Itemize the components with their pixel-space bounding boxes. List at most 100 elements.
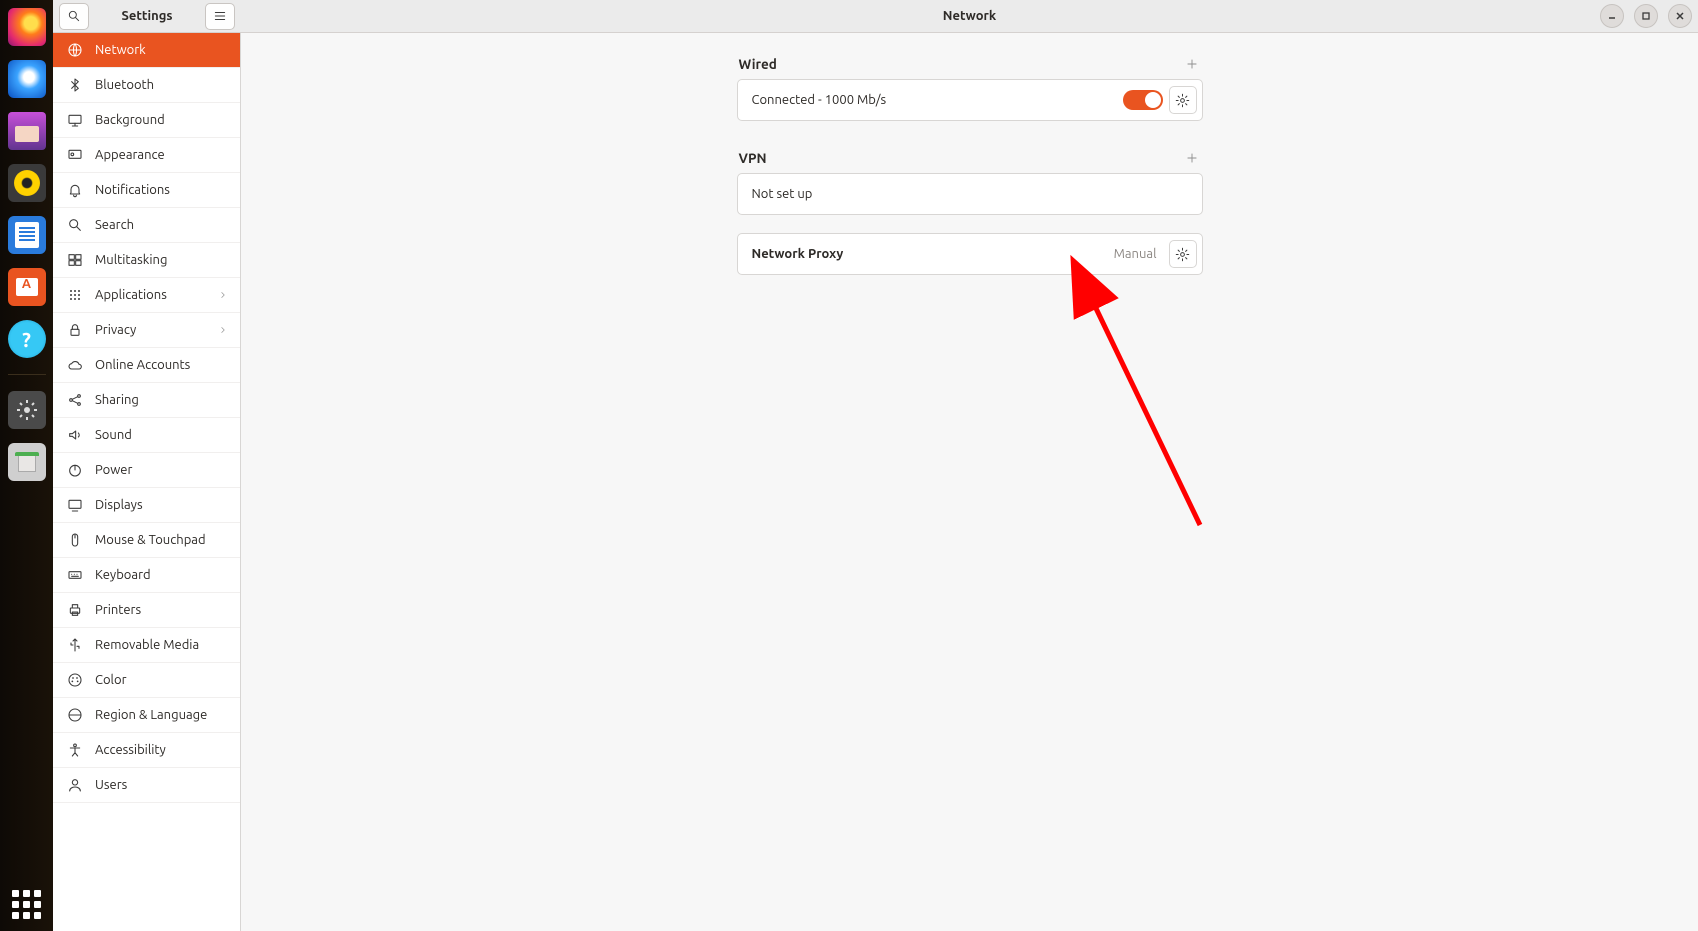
sidebar-item-appearance[interactable]: Appearance bbox=[53, 138, 240, 173]
sidebar-item-label: Keyboard bbox=[95, 568, 151, 582]
sidebar-item-label: Bluetooth bbox=[95, 78, 154, 92]
dock-app-libreoffice[interactable] bbox=[8, 216, 46, 254]
window-maximize-button[interactable] bbox=[1634, 4, 1658, 28]
dock-separator bbox=[8, 374, 46, 375]
bluetooth-icon bbox=[67, 77, 83, 93]
wired-status-label: Connected - 1000 Mb/s bbox=[752, 93, 887, 107]
network-proxy-mode: Manual bbox=[1114, 247, 1157, 261]
sidebar-item-printers[interactable]: Printers bbox=[53, 593, 240, 628]
wired-toggle[interactable] bbox=[1123, 90, 1163, 110]
sidebar[interactable]: Network Bluetooth Background Appearance Noti… bbox=[53, 33, 241, 931]
dock: ? bbox=[0, 0, 53, 931]
vpn-row: Not set up bbox=[737, 173, 1203, 215]
sidebar-item-label: Search bbox=[95, 218, 134, 232]
sidebar-item-background[interactable]: Background bbox=[53, 103, 240, 138]
dock-app-firefox[interactable] bbox=[8, 8, 46, 46]
sidebar-item-label: Sound bbox=[95, 428, 132, 442]
sidebar-item-accessibility[interactable]: Accessibility bbox=[53, 733, 240, 768]
dock-app-help[interactable]: ? bbox=[8, 320, 46, 358]
sidebar-item-keyboard[interactable]: Keyboard bbox=[53, 558, 240, 593]
network-proxy-row[interactable]: Network Proxy Manual bbox=[737, 233, 1203, 275]
cloud-icon bbox=[67, 357, 83, 373]
add-wired-button[interactable] bbox=[1183, 55, 1201, 73]
sidebar-item-label: Sharing bbox=[95, 393, 139, 407]
sidebar-item-label: Notifications bbox=[95, 183, 170, 197]
bell-icon bbox=[67, 182, 83, 198]
sidebar-item-label: Printers bbox=[95, 603, 141, 617]
hamburger-icon bbox=[213, 9, 227, 23]
sidebar-item-label: Displays bbox=[95, 498, 143, 512]
page-title: Network bbox=[241, 0, 1698, 32]
color-icon bbox=[67, 672, 83, 688]
sidebar-item-displays[interactable]: Displays bbox=[53, 488, 240, 523]
dock-app-trash[interactable] bbox=[8, 443, 46, 481]
network-proxy-title: Network Proxy bbox=[752, 247, 844, 261]
sidebar-item-label: Mouse & Touchpad bbox=[95, 533, 206, 547]
close-icon bbox=[1675, 11, 1685, 21]
wired-section-header: Wired bbox=[739, 55, 1201, 73]
sidebar-item-color[interactable]: Color bbox=[53, 663, 240, 698]
sidebar-item-notifications[interactable]: Notifications bbox=[53, 173, 240, 208]
region-icon bbox=[67, 707, 83, 723]
window-close-button[interactable] bbox=[1668, 4, 1692, 28]
apps-icon bbox=[67, 287, 83, 303]
sidebar-item-removable-media[interactable]: Removable Media bbox=[53, 628, 240, 663]
sidebar-item-bluetooth[interactable]: Bluetooth bbox=[53, 68, 240, 103]
sidebar-item-sharing[interactable]: Sharing bbox=[53, 383, 240, 418]
sidebar-item-region-language[interactable]: Region & Language bbox=[53, 698, 240, 733]
dock-app-files[interactable] bbox=[8, 112, 46, 150]
sidebar-item-users[interactable]: Users bbox=[53, 768, 240, 803]
dock-show-applications[interactable] bbox=[10, 887, 44, 921]
sidebar-item-label: Accessibility bbox=[95, 743, 166, 757]
wired-connection-row: Connected - 1000 Mb/s bbox=[737, 79, 1203, 121]
sidebar-item-label: Online Accounts bbox=[95, 358, 190, 372]
content-area: Wired Connected - 1000 Mb/s bbox=[241, 33, 1698, 931]
sidebar-item-label: Users bbox=[95, 778, 127, 792]
dock-app-thunderbird[interactable] bbox=[8, 60, 46, 98]
sidebar-item-multitasking[interactable]: Multitasking bbox=[53, 243, 240, 278]
titlebar: Settings Network bbox=[53, 0, 1698, 33]
sidebar-item-label: Privacy bbox=[95, 323, 136, 337]
plus-icon bbox=[1185, 57, 1199, 71]
sidebar-item-label: Color bbox=[95, 673, 127, 687]
chevron-right-icon bbox=[218, 325, 228, 335]
share-icon bbox=[67, 392, 83, 408]
network-proxy-settings-button[interactable] bbox=[1169, 240, 1197, 268]
sidebar-item-power[interactable]: Power bbox=[53, 453, 240, 488]
dock-app-rhythmbox[interactable] bbox=[8, 164, 46, 202]
add-vpn-button[interactable] bbox=[1183, 149, 1201, 167]
sidebar-item-online-accounts[interactable]: Online Accounts bbox=[53, 348, 240, 383]
display-icon bbox=[67, 497, 83, 513]
sound-icon bbox=[67, 427, 83, 443]
app-title: Settings bbox=[95, 9, 199, 23]
gear-icon bbox=[1175, 247, 1190, 262]
sidebar-item-label: Region & Language bbox=[95, 708, 207, 722]
users-icon bbox=[67, 777, 83, 793]
dock-app-software[interactable] bbox=[8, 268, 46, 306]
settings-window: Settings Network Network Bluetooth Backgro… bbox=[53, 0, 1698, 931]
printer-icon bbox=[67, 602, 83, 618]
dock-app-settings[interactable] bbox=[8, 391, 46, 429]
sidebar-item-mouse-touchpad[interactable]: Mouse & Touchpad bbox=[53, 523, 240, 558]
minimize-icon bbox=[1607, 11, 1617, 21]
sidebar-item-label: Multitasking bbox=[95, 253, 167, 267]
usb-icon bbox=[67, 637, 83, 653]
chevron-right-icon bbox=[218, 290, 228, 300]
sidebar-item-applications[interactable]: Applications bbox=[53, 278, 240, 313]
hamburger-button[interactable] bbox=[205, 3, 235, 30]
window-minimize-button[interactable] bbox=[1600, 4, 1624, 28]
sidebar-item-privacy[interactable]: Privacy bbox=[53, 313, 240, 348]
search-icon bbox=[67, 9, 81, 23]
sidebar-item-label: Background bbox=[95, 113, 165, 127]
access-icon bbox=[67, 742, 83, 758]
globe-icon bbox=[67, 42, 83, 58]
wired-settings-button[interactable] bbox=[1169, 86, 1197, 114]
sidebar-item-sound[interactable]: Sound bbox=[53, 418, 240, 453]
sidebar-item-search[interactable]: Search bbox=[53, 208, 240, 243]
search-button[interactable] bbox=[59, 3, 89, 30]
plus-icon bbox=[1185, 151, 1199, 165]
sidebar-item-label: Network bbox=[95, 43, 146, 57]
sidebar-item-network[interactable]: Network bbox=[53, 33, 240, 68]
multitask-icon bbox=[67, 252, 83, 268]
desktop-icon bbox=[67, 112, 83, 128]
